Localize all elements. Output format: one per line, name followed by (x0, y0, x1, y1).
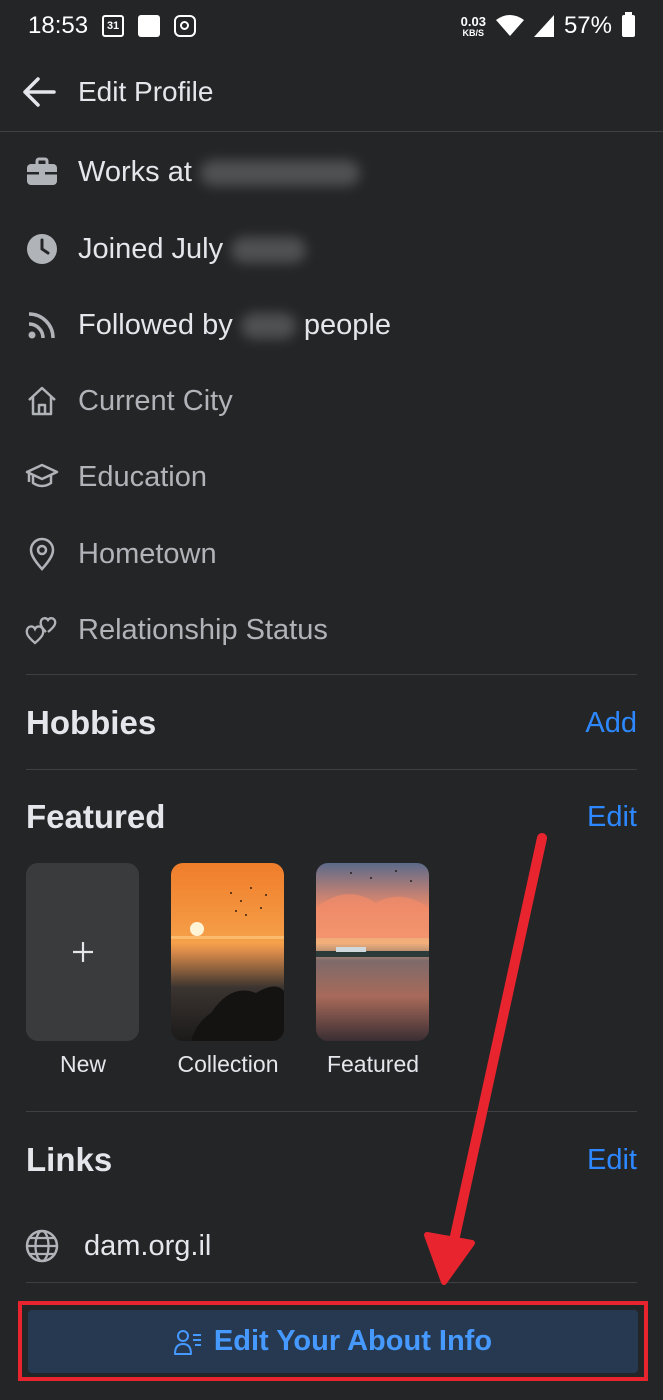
tile-label-new: New (59, 1051, 106, 1077)
detail-label-followers-suffix: people (303, 308, 391, 341)
app-notification-icon (138, 15, 161, 37)
featured-new-tile[interactable]: New (26, 863, 139, 1078)
detail-row-followers[interactable]: Followed by people (0, 287, 663, 363)
graduation-cap-icon (25, 463, 59, 488)
detail-label-current-city: Current City (78, 384, 233, 417)
detail-row-education[interactable]: Education (0, 439, 663, 515)
link-item[interactable]: dam.org.il (0, 1208, 663, 1284)
wifi-icon (495, 15, 524, 36)
detail-row-joined[interactable]: Joined July (0, 211, 663, 287)
divider (26, 1111, 637, 1112)
divider (26, 1282, 637, 1283)
page-title: Edit Profile (78, 75, 214, 107)
network-speed-value: 0.03 (460, 13, 486, 29)
featured-thumbnail[interactable] (316, 863, 429, 1041)
hobbies-section-header: Hobbies Add (26, 700, 637, 746)
detail-label-followers-prefix: Followed by (78, 308, 233, 341)
calendar-icon: 31 (102, 15, 125, 37)
lake-sunset-image (316, 863, 429, 1041)
back-arrow-icon (23, 76, 56, 107)
detail-label-relationship: Relationship Status (78, 613, 328, 646)
network-speed: 0.03 KB/S (461, 15, 486, 38)
featured-edit-button[interactable]: Edit (587, 801, 637, 834)
location-pin-icon (29, 537, 55, 571)
detail-label-joined: Joined July (78, 232, 224, 265)
sunset-sea-image (171, 863, 284, 1041)
detail-row-relationship[interactable]: Relationship Status (0, 592, 663, 668)
tile-label-collection: Collection (177, 1051, 279, 1077)
globe-icon (25, 1229, 59, 1263)
home-icon (28, 386, 56, 416)
briefcase-icon (27, 157, 57, 185)
divider (26, 674, 637, 675)
divider (26, 769, 637, 770)
detail-row-work[interactable]: Works at (0, 134, 663, 210)
links-edit-button[interactable]: Edit (587, 1144, 637, 1177)
links-title: Links (26, 1141, 113, 1178)
plus-icon (72, 942, 93, 962)
new-tile-card[interactable] (26, 863, 139, 1041)
link-label: dam.org.il (84, 1229, 212, 1262)
app-bar: Edit Profile (0, 52, 663, 132)
calendar-day: 31 (106, 20, 120, 32)
featured-featured-tile[interactable]: Featured (316, 863, 429, 1078)
cell-signal-icon (533, 15, 554, 37)
hobbies-title: Hobbies (26, 704, 157, 741)
detail-label-education: Education (78, 460, 207, 493)
status-bar: 18:53 31 0.03 KB/S 57% (0, 0, 663, 52)
status-time: 18:53 (28, 12, 89, 39)
featured-collection-tile[interactable]: Collection (171, 863, 284, 1078)
tile-label-featured: Featured (326, 1051, 420, 1077)
instagram-icon (174, 15, 197, 37)
detail-row-current-city[interactable]: Current City (0, 363, 663, 439)
collection-thumbnail[interactable] (171, 863, 284, 1041)
links-section-header: Links Edit (26, 1137, 637, 1183)
hearts-icon (25, 617, 57, 645)
detail-label-hometown: Hometown (78, 537, 217, 570)
hobbies-add-button[interactable]: Add (585, 707, 637, 740)
detail-row-hometown[interactable]: Hometown (0, 516, 663, 592)
featured-title: Featured (26, 798, 166, 835)
network-speed-unit: KB/S (462, 27, 485, 38)
battery-icon (622, 12, 635, 37)
clock-icon (27, 234, 57, 264)
annotation-highlight-box (18, 1301, 648, 1381)
detail-label-work: Works at (78, 155, 192, 188)
rss-icon (28, 312, 55, 339)
back-button[interactable] (0, 52, 78, 132)
featured-section-header: Featured Edit (26, 794, 637, 840)
battery-percent: 57% (563, 12, 612, 39)
